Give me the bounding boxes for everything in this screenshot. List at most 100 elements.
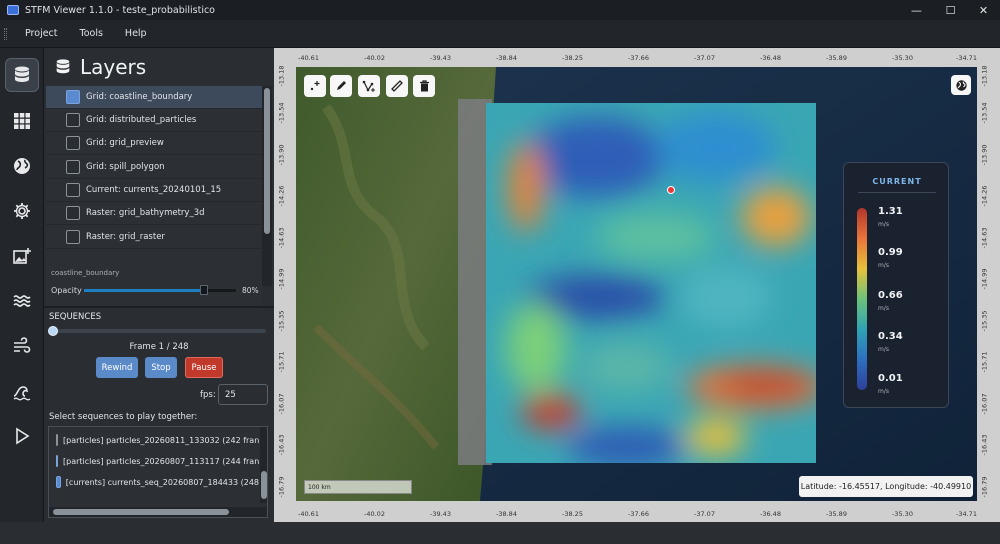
lat-tick-left: -16.79 [277, 476, 286, 498]
lat-tick-right: -14.63 [980, 227, 989, 249]
layer-row[interactable]: Current: currents_20240101_15 [46, 179, 262, 202]
waves-icon [13, 295, 31, 307]
sequence-label: [particles] particles_20260807_113117 (2… [63, 456, 260, 466]
sequence-checkbox[interactable] [56, 476, 61, 488]
layers-header: Layers [44, 48, 274, 86]
lat-tick-left: -13.90 [277, 144, 286, 166]
sidebar-grid-button[interactable] [5, 104, 39, 138]
sequence-list-vscroll-thumb[interactable] [261, 471, 267, 499]
stop-button[interactable]: Stop [145, 357, 177, 378]
lat-tick-right: -16.79 [980, 476, 989, 498]
opacity-slider-remaining[interactable] [208, 289, 236, 292]
maximize-button[interactable]: ☐ [934, 0, 967, 20]
layer-row[interactable]: Grid: grid_preview [46, 132, 262, 155]
legend-unit: m/s [878, 305, 889, 312]
lat-tick-right: -13.54 [980, 102, 989, 124]
legend-unit: m/s [878, 262, 889, 269]
lat-tick-right: -16.07 [980, 393, 989, 415]
lat-tick-left: -16.43 [277, 434, 286, 456]
layer-row[interactable]: Raster: grid_raster [46, 226, 262, 249]
sidebar-wind-button[interactable] [5, 329, 39, 363]
fps-input[interactable]: 25 [218, 384, 268, 405]
play-icon [16, 427, 30, 445]
sequence-list-hscrollbar[interactable] [49, 507, 267, 517]
sequence-checkbox[interactable] [56, 434, 58, 446]
lat-tick-right: -15.71 [980, 351, 989, 373]
basemap-button[interactable] [951, 75, 971, 95]
opacity-slider-handle[interactable] [200, 285, 208, 295]
lat-tick-right: -14.99 [980, 268, 989, 290]
add-point-button[interactable] [304, 75, 326, 97]
add-point-icon [310, 81, 320, 91]
sidebar-waves-button[interactable] [5, 284, 39, 318]
sequence-item[interactable]: [particles] particles_20260807_113117 (2… [49, 451, 259, 471]
legend-divider [858, 192, 936, 193]
pencil-icon [337, 81, 346, 90]
lat-tick-left: -15.71 [277, 351, 286, 373]
layer-label: Grid: coastline_boundary [86, 92, 193, 102]
layer-checkbox[interactable] [66, 136, 80, 150]
select-sequences-label: Select sequences to play together: [49, 412, 198, 422]
close-button[interactable]: ✕ [967, 0, 1000, 20]
sidebar-wave-button[interactable] [5, 374, 39, 408]
menu-tools[interactable]: Tools [80, 28, 103, 39]
measure-button[interactable] [386, 75, 408, 97]
layer-row[interactable]: Raster: grid_bathymetry_3d [46, 202, 262, 225]
scale-bar: 100 km [304, 480, 412, 494]
polyline-button[interactable] [358, 75, 380, 97]
draw-button[interactable] [330, 75, 352, 97]
opacity-label: Opacity [51, 286, 82, 295]
lon-tick-bottom: -38.84 [496, 510, 517, 518]
map-location-marker[interactable] [667, 186, 675, 194]
layer-checkbox[interactable] [66, 160, 80, 174]
add-image-icon [13, 248, 31, 264]
menu-project[interactable]: Project [25, 28, 58, 39]
sequence-item[interactable]: [particles] particles_20260811_133032 (2… [49, 430, 259, 450]
lat-tick-right: -13.18 [980, 65, 989, 87]
layer-list-scrollbar[interactable] [262, 86, 272, 286]
layer-checkbox[interactable] [66, 206, 80, 220]
frame-slider-handle[interactable] [48, 326, 58, 336]
pause-button[interactable]: Pause [185, 357, 223, 378]
lat-tick-left: -13.18 [277, 65, 286, 87]
lon-tick-bottom: -40.02 [364, 510, 385, 518]
gear-icon [14, 203, 30, 219]
sidebar-layers-button[interactable] [5, 58, 39, 92]
lat-tick-right: -14.26 [980, 185, 989, 207]
selected-layer-name: coastline_boundary [51, 269, 120, 277]
legend-value: 0.66 [878, 290, 903, 301]
lat-tick-right: -13.90 [980, 144, 989, 166]
layer-row[interactable]: Grid: coastline_boundary [46, 86, 262, 109]
layer-checkbox[interactable] [66, 90, 80, 104]
menu-help[interactable]: Help [125, 28, 147, 39]
layer-checkbox[interactable] [66, 113, 80, 127]
layer-checkbox[interactable] [66, 230, 80, 244]
polyline-icon [362, 80, 375, 92]
sidebar-add-image-button[interactable] [5, 239, 39, 273]
app-icon [7, 5, 19, 15]
layer-row[interactable]: Grid: spill_polygon [46, 156, 262, 179]
lon-tick-bottom: -36.48 [760, 510, 781, 518]
lon-tick-top: -36.48 [760, 54, 781, 62]
sequence-checkbox[interactable] [56, 455, 58, 467]
rewind-button[interactable]: Rewind [96, 357, 138, 378]
sequence-item[interactable]: [currents] currents_seq_20260807_184433 … [49, 472, 259, 492]
sidebar-play-button[interactable] [5, 419, 39, 453]
panel-divider[interactable] [44, 306, 274, 308]
lon-tick-bottom: -35.89 [826, 510, 847, 518]
frame-slider-track[interactable] [50, 329, 266, 333]
sequence-list-hscroll-thumb[interactable] [53, 509, 229, 515]
layers-title: Layers [80, 55, 147, 79]
layer-list-scroll-thumb[interactable] [264, 88, 270, 234]
map-frame: -40.61 -40.02 -39.43 -38.84 -38.25 -37.6… [274, 48, 1000, 522]
wave-icon [13, 386, 31, 401]
delete-button[interactable] [413, 75, 435, 97]
lon-tick-top: -35.89 [826, 54, 847, 62]
sequence-list-vscrollbar[interactable] [260, 427, 267, 503]
map-canvas[interactable]: CURRENT 1.31 m/s 0.99 m/s 0.66 m/s 0.34 … [296, 67, 977, 501]
minimize-button[interactable]: — [900, 0, 933, 20]
sidebar-globe-button[interactable] [5, 149, 39, 183]
layer-checkbox[interactable] [66, 183, 80, 197]
sidebar-settings-button[interactable] [5, 194, 39, 228]
layer-row[interactable]: Grid: distributed_particles [46, 109, 262, 132]
